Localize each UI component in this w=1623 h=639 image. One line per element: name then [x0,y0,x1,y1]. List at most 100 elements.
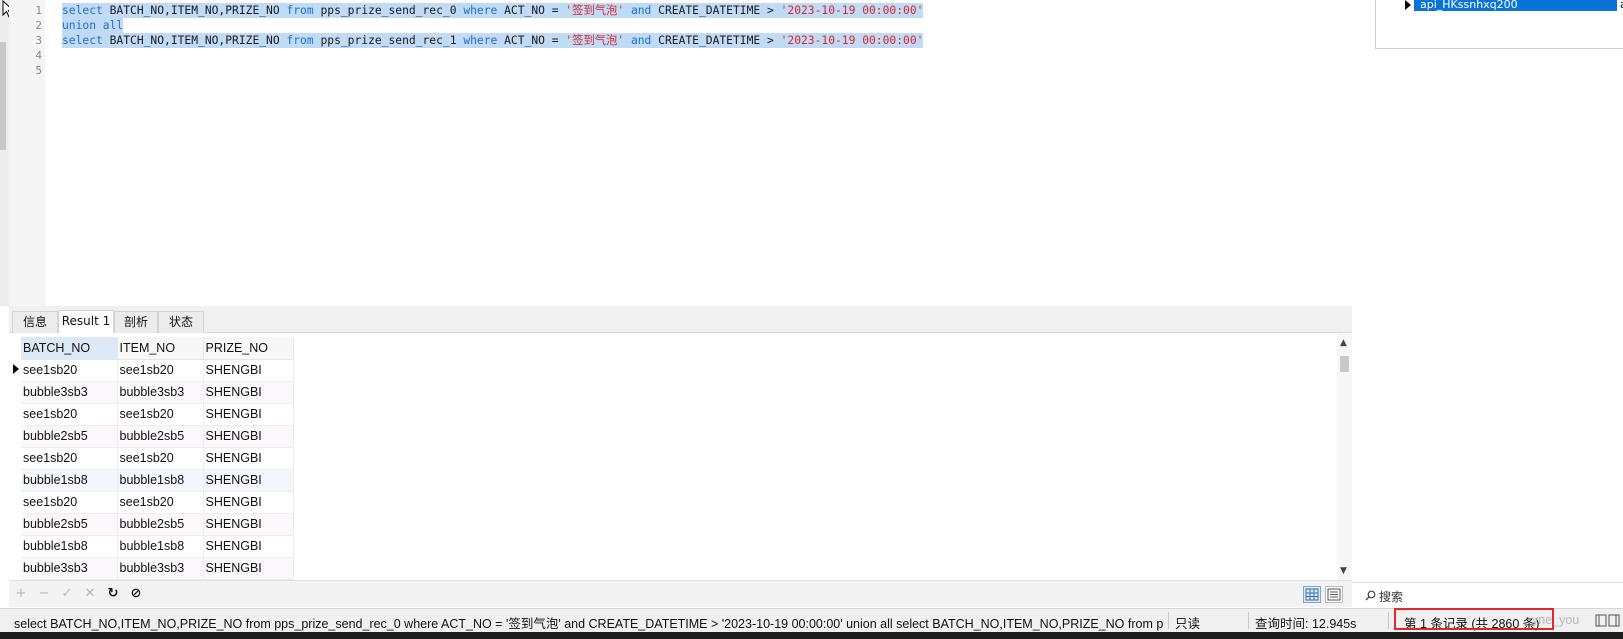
sql-text: pps_prize_send_rec_1 [313,34,464,47]
table-cell[interactable]: see1sb20 [21,491,118,514]
table-cell[interactable]: see1sb20 [117,359,204,382]
sql-string: '签到气泡' [565,4,625,17]
table-cell[interactable]: see1sb20 [117,403,204,426]
column-header-item-no[interactable]: ITEM_NO [117,337,204,360]
table-cell[interactable]: SHENGBI [203,359,294,382]
stop-icon[interactable]: ⊘ [127,585,145,603]
table-cell[interactable]: SHENGBI [203,447,294,470]
table-row[interactable]: bubble2sb5 bubble2sb5 SHENGBI [21,513,294,536]
table-cell[interactable]: bubble3sb3 [117,381,204,404]
scroll-down-icon[interactable]: ▼ [1340,566,1347,576]
scroll-up-icon[interactable]: ▲ [1340,338,1347,348]
table-cell[interactable]: bubble2sb5 [21,425,118,448]
line-number: 3 [35,34,42,47]
column-header-batch-no[interactable]: BATCH_NO [21,337,118,360]
table-row[interactable]: bubble3sb3 bubble3sb3 SHENGBI [21,381,294,404]
sql-string: '2023-10-19 00:00:00' [780,4,924,17]
form-view-button[interactable] [1325,586,1343,603]
grid-view-button[interactable] [1303,586,1321,603]
line-number: 5 [35,64,42,77]
table-cell[interactable]: see1sb20 [117,447,204,470]
line-number: 2 [35,19,42,32]
sql-keyword: where [463,34,498,47]
table-cell[interactable]: bubble1sb8 [117,535,204,558]
tab-info[interactable]: 信息 [12,311,58,333]
column-header-prize-no[interactable]: PRIZE_NO [203,337,294,360]
table-cell[interactable]: SHENGBI [203,403,294,426]
table-row[interactable]: see1sb20 see1sb20 SHENGBI [21,403,294,426]
table-row[interactable]: bubble1sb8 bubble1sb8 SHENGBI [21,535,294,558]
table-row[interactable]: bubble1sb8 bubble1sb8 SHENGBI [21,469,294,492]
table-row[interactable]: see1sb20 see1sb20 SHENGBI [21,359,294,382]
table-cell[interactable]: SHENGBI [203,491,294,514]
table-cell[interactable]: see1sb20 [117,491,204,514]
table-cell[interactable]: bubble3sb3 [21,381,118,404]
sql-string: '签到气泡' [565,34,625,47]
table-cell[interactable]: SHENGBI [203,381,294,404]
sql-keyword: from [286,34,314,47]
tab-status[interactable]: 状态 [158,311,204,333]
discard-changes-icon[interactable]: ✕ [81,585,99,603]
table-cell[interactable]: bubble2sb5 [117,425,204,448]
table-cell[interactable]: SHENGBI [203,513,294,536]
form-view-icon [1327,588,1341,601]
refresh-icon[interactable]: ↻ [104,585,122,603]
table-cell[interactable]: SHENGBI [203,535,294,558]
table-cell[interactable]: see1sb20 [21,447,118,470]
table-cell[interactable]: bubble1sb8 [21,469,118,492]
table-row[interactable]: see1sb20 see1sb20 SHENGBI [21,491,294,514]
table-row[interactable]: bubble3sb3 bubble3sb3 SHENGBI [21,557,294,580]
table-cell[interactable]: SHENGBI [203,469,294,492]
result-table: BATCH_NO ITEM_NO PRIZE_NO see1sb20 see1sb… [21,337,294,580]
code-line-3[interactable]: select BATCH_NO,ITEM_NO,PRIZE_NO from pp… [62,33,924,48]
table-cell[interactable]: SHENGBI [203,425,294,448]
status-divider [1248,612,1249,629]
code-line-1[interactable]: select BATCH_NO,ITEM_NO,PRIZE_NO from pp… [62,3,924,18]
grid-vertical-scrollbar[interactable]: ▲ ▼ [1337,334,1352,580]
table-cell[interactable]: bubble2sb5 [21,513,118,536]
add-record-icon[interactable]: + [12,585,30,603]
table-header-row: BATCH_NO ITEM_NO PRIZE_NO [21,337,294,360]
sql-editor[interactable]: 1 2 3 4 5 select BATCH_NO,ITEM_NO,PRIZE_… [0,0,1352,306]
code-line-2[interactable]: union all [62,18,124,33]
panel-search[interactable]: 搜索 [1352,582,1623,608]
editor-left-strip [0,0,9,306]
apply-changes-icon[interactable]: ✓ [58,585,76,603]
object-info-panel: api_HKssnhxq200 api_r 搜索 [1352,0,1623,639]
status-query-time: 查询时间: 12.945s [1255,617,1357,631]
table-cell[interactable]: bubble3sb3 [117,557,204,580]
row-indicator-column [9,334,21,580]
object-list-selected-item[interactable]: api_HKssnhxq200 [1414,0,1617,11]
tab-profile[interactable]: 剖析 [114,311,158,333]
grid-view-icon [1305,588,1319,601]
panel-toggle-icon[interactable] [1595,614,1621,628]
record-info-highlight [1394,608,1554,630]
table-cell[interactable]: bubble2sb5 [117,513,204,536]
sql-keyword: and [630,4,652,17]
result-grid[interactable]: BATCH_NO ITEM_NO PRIZE_NO see1sb20 see1sb… [9,334,1352,580]
sql-keyword: select [62,4,103,17]
status-divider [1388,612,1389,629]
sql-text: BATCH_NO,ITEM_NO,PRIZE_NO [102,4,287,17]
search-label: 搜索 [1379,590,1404,604]
sql-text: BATCH_NO,ITEM_NO,PRIZE_NO [102,34,287,47]
table-cell[interactable]: see1sb20 [21,403,118,426]
table-cell[interactable]: SHENGBI [203,557,294,580]
search-icon [1365,590,1376,601]
table-cell[interactable]: bubble3sb3 [21,557,118,580]
table-row[interactable]: bubble2sb5 bubble2sb5 SHENGBI [21,425,294,448]
table-cell[interactable]: see1sb20 [21,359,118,382]
line-number: 4 [35,49,42,62]
delete-record-icon[interactable]: − [35,585,53,603]
status-bar: select BATCH_NO,ITEM_NO,PRIZE_NO from pp… [0,608,1623,632]
status-divider [1168,612,1169,629]
scrollbar-thumb[interactable] [1340,356,1349,372]
table-row[interactable]: see1sb20 see1sb20 SHENGBI [21,447,294,470]
table-cell[interactable]: bubble1sb8 [117,469,204,492]
tab-result-1[interactable]: Result 1 [58,310,114,333]
sql-text: pps_prize_send_rec_0 [313,4,464,17]
table-cell[interactable]: bubble1sb8 [21,535,118,558]
status-readonly: 只读 [1175,617,1201,631]
